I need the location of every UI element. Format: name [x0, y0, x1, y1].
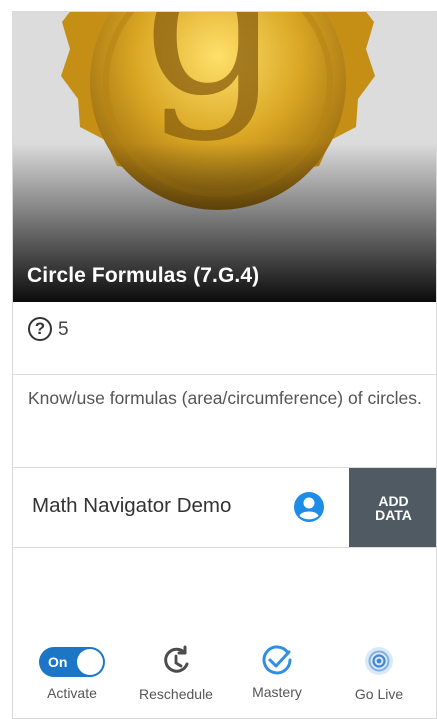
standard-description: Know/use formulas (area/circumference) o…: [28, 388, 422, 408]
toggle-state-label: On: [48, 654, 68, 670]
toggle-knob: [77, 649, 103, 675]
class-row[interactable]: Math Navigator Demo ADD DATA: [13, 467, 436, 548]
check-circle-icon: [262, 645, 292, 675]
go-live-label: Go Live: [354, 686, 404, 702]
question-circle-icon: ?: [28, 317, 52, 341]
activate-label: Activate: [47, 685, 97, 701]
assignment-card: g Circle Formulas (7.G.4) ? 5 Know/use f…: [12, 11, 437, 719]
activate-action[interactable]: On Activate: [37, 637, 107, 701]
add-data-button[interactable]: ADD DATA: [349, 468, 436, 547]
mastery-label: Mastery: [252, 684, 302, 700]
question-count: 5: [58, 319, 69, 340]
assignment-title[interactable]: Circle Formulas (7.G.4): [27, 264, 259, 288]
card-hero[interactable]: g Circle Formulas (7.G.4): [13, 12, 436, 302]
class-name[interactable]: Math Navigator Demo: [32, 494, 231, 518]
mastery-action[interactable]: Mastery: [237, 637, 317, 700]
question-count-row: ? 5: [13, 302, 436, 375]
broadcast-icon: [365, 647, 393, 675]
add-data-line2: DATA: [375, 506, 412, 523]
clock-refresh-icon: [164, 645, 189, 673]
person-circle-icon[interactable]: [294, 492, 324, 522]
action-bar: On Activate Reschedule Mastery Go Live: [13, 637, 436, 717]
reschedule-label: Reschedule: [139, 686, 213, 702]
add-data-line1: ADD: [378, 492, 409, 509]
gold-g-coin-icon: g: [13, 12, 436, 302]
go-live-action[interactable]: Go Live: [339, 637, 419, 702]
reschedule-action[interactable]: Reschedule: [131, 637, 221, 702]
activate-toggle[interactable]: On: [39, 647, 105, 677]
